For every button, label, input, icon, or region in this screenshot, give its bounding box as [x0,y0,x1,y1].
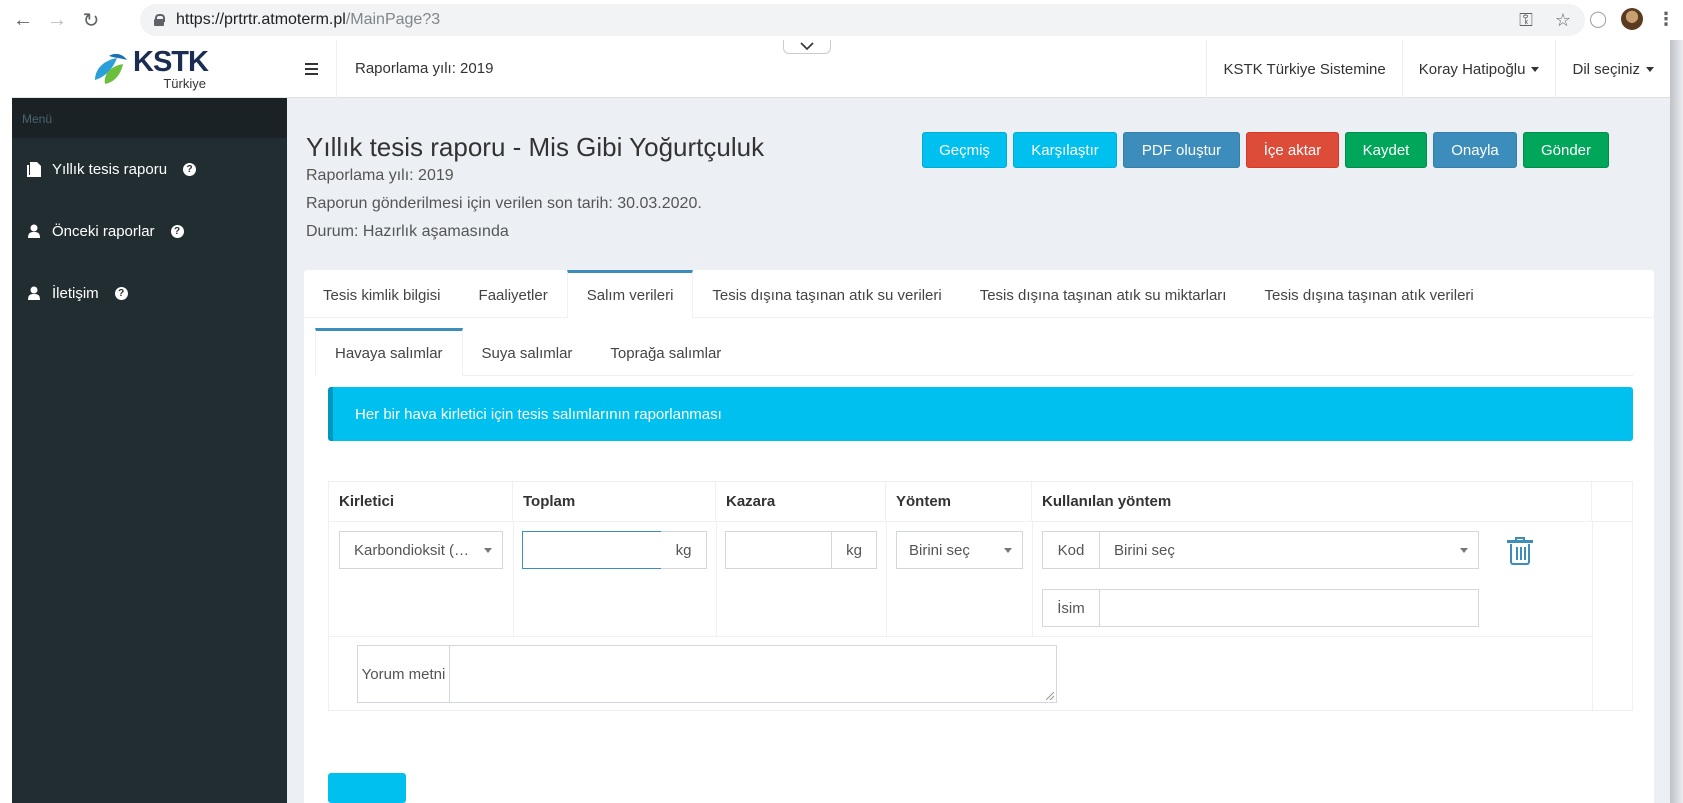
tab-activities[interactable]: Faaliyetler [460,270,567,318]
deadline-line: Raporun gönderilmesi için verilen son ta… [306,195,702,212]
select-arrow-icon [1004,548,1012,553]
tab-waste-data[interactable]: Tesis dışına taşınan atık verileri [1245,270,1492,318]
user-icon [26,224,42,238]
menu-header: Menü [12,98,287,138]
url-host: https://prtrtr.atmoterm.pl [176,11,346,28]
extension-icon[interactable]: ◯ [1589,9,1607,29]
user-name: Koray Hatipoğlu [1418,60,1526,78]
address-bar[interactable]: https://prtrtr.atmoterm.pl/MainPage?3 ⚿ … [140,4,1585,36]
report-panel: Tesis kimlik bilgisi Faaliyetler Salım v… [304,270,1654,803]
logo-title: KSTK [133,45,209,78]
sidebar-item-label: Yıllık tesis raporu [52,160,168,178]
tab-emission-data[interactable]: Salım verileri [566,270,694,318]
user-icon [26,286,42,300]
page-title: Yıllık tesis raporu - Mis Gibi Yoğurtçul… [306,132,765,162]
tab-facility-info[interactable]: Tesis kimlik bilgisi [304,270,460,318]
accidental-input[interactable] [725,531,832,569]
subtab-soil[interactable]: Toprağa salımlar [591,328,740,376]
pollutant-value: Karbondioksit (… [354,541,470,559]
header-used-method: Kullanılan yöntem [1032,482,1592,522]
star-icon[interactable]: ☆ [1555,10,1571,31]
sub-tabs: Havaya salımlar Suya salımlar Toprağa sa… [315,328,1633,376]
app-frame: KSTK Türkiye Menü Yıllık tesis raporu ? … [12,40,1670,803]
system-link-label: KSTK Türkiye Sistemine [1223,60,1386,78]
pdf-button[interactable]: PDF oluştur [1123,132,1240,168]
header-method: Yöntem [886,482,1032,522]
header-total: Toplam [513,482,716,522]
main-tabs: Tesis kimlik bilgisi Faaliyetler Salım v… [304,270,1654,318]
sidebar-item-contact[interactable]: İletişim ? [12,262,287,324]
lock-icon [154,14,165,26]
sidebar-item-label: Önceki raporlar [52,222,155,240]
language-label: Dil seçiniz [1572,60,1640,78]
code-value: Birini seç [1114,541,1175,559]
method-value: Birini seç [909,541,970,559]
user-menu[interactable]: Koray Hatipoğlu [1401,40,1556,98]
sidebar-item-label: İletişim [52,284,99,302]
url-path: /MainPage?3 [345,11,441,28]
back-icon[interactable]: ← [12,9,34,32]
reload-icon[interactable]: ↻ [80,8,102,33]
header-actions [1592,482,1632,522]
logo-subtitle: Türkiye [163,75,206,91]
tab-wastewater-amounts[interactable]: Tesis dışına taşınan atık su miktarları [961,270,1246,318]
document-icon [26,161,42,177]
top-navbar: Raporlama yılı: 2019 KSTK Türkiye Sistem… [287,40,1670,98]
resize-handle-icon[interactable] [1046,692,1054,700]
select-arrow-icon [484,548,492,553]
help-icon[interactable]: ? [114,286,128,300]
save-button[interactable]: Kaydet [1345,132,1427,168]
help-icon[interactable]: ? [170,224,184,238]
sidebar: Menü Yıllık tesis raporu ? Önceki raporl… [12,98,287,803]
method-select[interactable]: Birini seç [896,531,1023,569]
subtab-water[interactable]: Suya salımlar [463,328,592,376]
accidental-unit: kg [831,531,877,569]
caret-down-icon [1646,66,1654,72]
name-input[interactable] [1099,589,1479,627]
logo[interactable]: KSTK Türkiye [12,40,287,98]
header-pollutant: Kirletici [329,482,513,522]
comment-label: Yorum metni [357,645,450,703]
code-select[interactable]: Birini seç [1099,531,1479,569]
menu-kebab-icon[interactable]: ⋮ [1657,9,1675,30]
caret-down-icon [1531,66,1540,72]
report-year-line: Raporlama yılı: 2019 [306,167,454,184]
pollutant-select[interactable]: Karbondioksit (… [339,531,503,569]
language-menu[interactable]: Dil seçiniz [1555,40,1670,98]
approve-button[interactable]: Onayla [1433,132,1517,168]
trash-icon[interactable] [1507,537,1533,565]
subtab-air[interactable]: Havaya salımlar [315,328,463,376]
send-button[interactable]: Gönder [1523,132,1609,168]
browser-toolbar: ← → ↻ https://prtrtr.atmoterm.pl/MainPag… [0,0,1683,40]
compare-button[interactable]: Karşılaştır [1013,132,1117,168]
sidebar-item-previous-reports[interactable]: Önceki raporlar ? [12,200,287,262]
total-unit: kg [661,531,707,569]
topbar-report-year: Raporlama yılı: 2019 [355,60,494,77]
add-row-button[interactable] [328,773,406,803]
header-accidental: Kazara [716,482,886,522]
key-icon[interactable]: ⚿ [1519,10,1533,31]
collapse-toggle[interactable] [783,40,831,54]
help-icon[interactable]: ? [183,162,197,176]
emissions-table: Kirletici Toplam Kazara Yöntem Kullanıla… [328,481,1633,711]
info-callout: Her bir hava kirletici için tesis salıml… [328,387,1633,441]
total-input[interactable] [522,531,662,569]
sidebar-item-annual-report[interactable]: Yıllık tesis raporu ? [12,138,287,200]
status-line: Durum: Hazırlık aşamasında [306,223,509,240]
hamburger-menu-icon[interactable] [287,40,337,98]
system-link[interactable]: KSTK Türkiye Sistemine [1206,40,1401,98]
tab-wastewater-data[interactable]: Tesis dışına taşınan atık su verileri [693,270,960,318]
comment-textarea[interactable] [449,645,1057,703]
import-button[interactable]: İçe aktar [1246,132,1339,168]
code-label: Kod [1042,531,1100,569]
chevron-down-icon [800,41,814,50]
forward-icon[interactable]: → [46,9,68,32]
logo-leaf-icon [95,53,128,84]
profile-avatar[interactable] [1621,8,1643,30]
select-arrow-icon [1460,548,1468,553]
action-toolbar: Geçmiş Karşılaştır PDF oluştur İçe aktar… [922,132,1609,168]
history-button[interactable]: Geçmiş [922,132,1007,168]
name-label: İsim [1042,589,1100,627]
window-edge-shadow [1670,40,1683,803]
